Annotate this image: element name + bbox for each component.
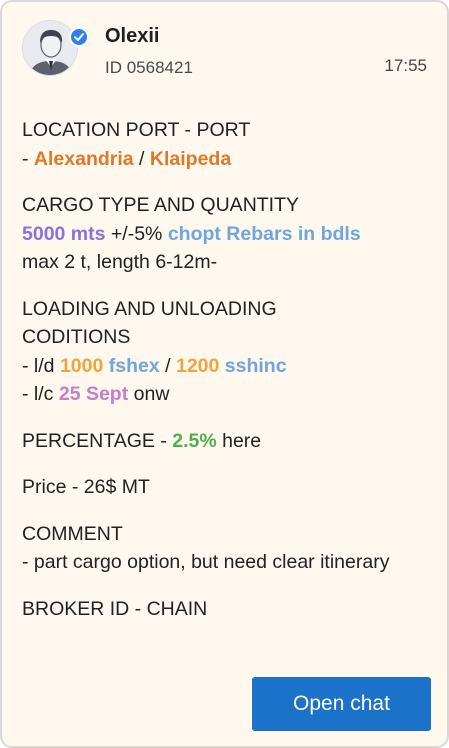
port-from: Alexandria <box>33 147 134 170</box>
comment-section: COMMENT - part cargo option, but need cl… <box>22 520 432 577</box>
offer-message: LOCATION PORT - PORT - Alexandria / Klai… <box>22 116 432 641</box>
location-prefix: - <box>22 147 34 170</box>
card-header: Olexii ID 0568421 17:55 <box>22 20 427 82</box>
price-section: Price - 26$ MT <box>22 476 150 498</box>
cargo-type: chopt Rebars in bdls <box>167 222 361 245</box>
open-chat-button[interactable]: Open chat <box>252 677 431 731</box>
user-id: ID 0568421 <box>105 58 193 77</box>
user-name[interactable]: Olexii <box>105 25 159 48</box>
offer-card: Olexii ID 0568421 17:55 LOCATION PORT - … <box>0 0 449 748</box>
loading-heading-2: CODITIONS <box>22 326 131 348</box>
discharge-rate: 1200 <box>175 354 220 377</box>
lc-suffix: onw <box>128 383 170 405</box>
laycan-date: 25 Sept <box>58 383 129 405</box>
load-rate: 1000 <box>59 354 104 377</box>
location-section: LOCATION PORT - PORT - Alexandria / Klai… <box>22 116 432 173</box>
load-term: fshex <box>108 354 160 377</box>
loading-rates: - l/d 1000 fshex / 1200 sshinc <box>22 352 432 381</box>
port-separator: / <box>133 147 150 170</box>
port-to: Klaipeda <box>149 147 232 170</box>
cargo-tolerance: +/-5% <box>105 222 168 245</box>
user-silhouette-icon <box>23 21 77 75</box>
percentage-value: 2.5% <box>172 429 217 452</box>
percentage-suffix: here <box>216 429 262 452</box>
laycan-line: - l/c 25 Sept onw <box>22 380 432 409</box>
percentage-prefix: PERCENTAGE - <box>22 429 173 452</box>
location-heading: LOCATION PORT - PORT <box>22 119 251 141</box>
comment-heading: COMMENT <box>22 522 123 545</box>
discharge-term: sshinc <box>224 354 287 377</box>
cargo-section: CARGO TYPE AND QUANTITY 5000 mts +/-5% c… <box>22 191 432 277</box>
verified-badge-icon <box>69 27 89 47</box>
cargo-line: 5000 mts +/-5% chopt Rebars in bdls <box>22 220 432 249</box>
avatar[interactable] <box>22 20 78 76</box>
ld-separator: / <box>159 354 176 377</box>
message-time: 17:55 <box>384 56 427 75</box>
percentage-section: PERCENTAGE - 2.5% here <box>22 427 432 456</box>
loading-section: LOADING AND UNLOADING CODITIONS - l/d 10… <box>22 295 432 409</box>
loading-heading-1: LOADING AND UNLOADING <box>22 297 277 320</box>
ld-prefix: - l/d <box>22 354 60 377</box>
cargo-detail: max 2 t, length 6-12m- <box>22 251 218 273</box>
location-ports: - Alexandria / Klaipeda <box>22 145 432 174</box>
lc-prefix: - l/c <box>22 383 59 405</box>
broker-id: BROKER ID - CHAIN <box>22 597 208 620</box>
cargo-quantity: 5000 mts <box>22 222 106 245</box>
comment-text: - part cargo option, but need clear itin… <box>22 551 390 573</box>
cargo-heading: CARGO TYPE AND QUANTITY <box>22 194 300 216</box>
